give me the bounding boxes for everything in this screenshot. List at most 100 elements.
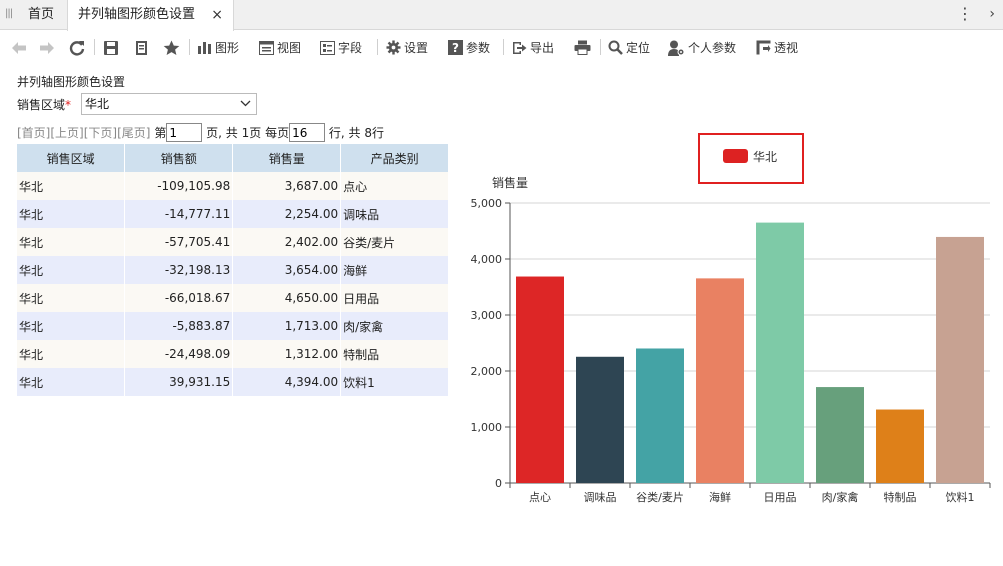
bar[interactable] <box>636 348 684 483</box>
table-cell: -109,105.98 <box>124 172 234 200</box>
table-row: 华北 -66,018.67 4,650.00 日用品 <box>17 284 449 312</box>
y-tick-label: 2,000 <box>471 365 503 378</box>
bar[interactable] <box>936 236 984 483</box>
table-cell: 4,394.00 <box>232 368 342 396</box>
table-row: 华北 -14,777.11 2,254.00 调味品 <box>17 200 449 228</box>
export-button-label: 导出 <box>530 40 555 55</box>
chevron-right-icon[interactable]: › <box>989 4 995 24</box>
page-number-input[interactable] <box>166 123 203 142</box>
y-tick-label: 5,000 <box>471 197 503 210</box>
table-cell: 3,687.00 <box>232 172 342 200</box>
forward-button[interactable] <box>39 37 55 57</box>
field-button-label: 字段 <box>338 40 363 55</box>
table-cell: -57,705.41 <box>124 228 234 256</box>
y-axis-label: 销售量 <box>492 175 528 190</box>
pager-rows-suffix: 行, 共 8行 <box>328 126 384 140</box>
table-cell: -14,777.11 <box>124 200 234 228</box>
column-header-sales-amount[interactable]: 销售额 <box>124 144 234 172</box>
star-icon <box>163 40 180 55</box>
save-button[interactable] <box>103 37 119 57</box>
bar[interactable] <box>516 276 564 483</box>
export-icon <box>513 41 527 54</box>
x-tick-label: 日用品 <box>764 491 797 504</box>
region-label: 销售区域* <box>17 96 71 113</box>
toolbar-divider <box>189 39 190 55</box>
toolbar-divider <box>94 39 95 55</box>
x-tick-label: 饮料1 <box>946 490 975 504</box>
table-row: 华北 -24,498.09 1,312.00 特制品 <box>17 340 449 368</box>
tab-active-label: 并列轴图形颜色设置 <box>78 7 196 22</box>
toolbar-divider <box>600 39 601 55</box>
save-icon <box>104 40 118 55</box>
user-settings-icon <box>668 40 685 56</box>
field-button[interactable]: 字段 <box>320 37 362 57</box>
locate-button[interactable]: 定位 <box>608 37 650 57</box>
tab-active-report[interactable]: 并列轴图形颜色设置 × <box>67 0 234 31</box>
column-header-region[interactable]: 销售区域 <box>17 144 126 172</box>
refresh-icon <box>69 40 85 55</box>
table-cell: 调味品 <box>340 200 449 228</box>
tab-grip-icon[interactable]: ||| <box>5 8 13 20</box>
table-cell: 华北 <box>17 340 126 368</box>
bar[interactable] <box>576 356 624 483</box>
settings-button-label: 设置 <box>404 40 429 55</box>
table-cell: 华北 <box>17 172 126 200</box>
bar[interactable] <box>756 222 804 483</box>
print-button[interactable] <box>574 37 591 57</box>
personal-params-button[interactable]: 个人参数 <box>668 37 736 57</box>
table-cell: 2,402.00 <box>232 228 342 256</box>
back-button[interactable] <box>11 37 27 57</box>
table-cell: 饮料1 <box>340 368 449 396</box>
pager-next-link[interactable]: [下页] <box>84 126 117 140</box>
tab-home[interactable]: 首页 <box>18 0 66 30</box>
export-button[interactable]: 导出 <box>512 37 554 57</box>
table-cell: 华北 <box>17 312 126 340</box>
table-row: 华北 39,931.15 4,394.00 饮料1 <box>17 368 449 396</box>
bar[interactable] <box>816 387 864 483</box>
close-icon[interactable]: × <box>211 0 223 30</box>
view-icon <box>259 40 274 55</box>
settings-button[interactable]: 设置 <box>386 37 428 57</box>
pager-last-link[interactable]: [尾页] <box>117 126 150 140</box>
required-mark: * <box>65 98 72 112</box>
favorite-button[interactable] <box>163 37 180 57</box>
table-cell: 1,713.00 <box>232 312 342 340</box>
table-cell: 2,254.00 <box>232 200 342 228</box>
arrow-left-icon <box>12 41 26 54</box>
svg-text:?: ? <box>452 41 459 55</box>
bar[interactable] <box>696 278 744 483</box>
pager-prev-link[interactable]: [上页] <box>50 126 83 140</box>
table-header-row: 销售区域 销售额 销售量 产品类别 <box>17 144 449 172</box>
table-cell: 华北 <box>17 200 126 228</box>
gear-icon <box>386 40 401 55</box>
chevron-down-icon[interactable] <box>240 100 251 107</box>
region-select-value: 华北 <box>85 97 110 111</box>
table-cell: -32,198.13 <box>124 256 234 284</box>
save-as-icon <box>136 40 147 55</box>
table-cell: 华北 <box>17 368 126 396</box>
y-tick-label: 4,000 <box>471 253 503 266</box>
chart-button-label: 图形 <box>215 40 240 55</box>
pager-page-suffix: 页, 共 1页 每页 <box>206 126 290 140</box>
y-tick-label: 3,000 <box>471 309 503 322</box>
pager-first-link[interactable]: [首页] <box>17 126 50 140</box>
pivot-button[interactable]: 透视 <box>756 37 798 57</box>
table-cell: 特制品 <box>340 340 449 368</box>
save-as-button[interactable] <box>134 37 150 57</box>
table-row: 华北 -57,705.41 2,402.00 谷类/麦片 <box>17 228 449 256</box>
y-tick-label: 1,000 <box>471 421 503 434</box>
more-vertical-icon[interactable]: ⋮ <box>957 4 973 24</box>
arrow-right-icon <box>40 41 54 54</box>
region-select[interactable]: 华北 <box>81 93 257 115</box>
column-header-product-category[interactable]: 产品类别 <box>340 144 449 172</box>
per-page-input[interactable] <box>289 123 326 142</box>
data-table: 销售区域 销售额 销售量 产品类别 华北 -109,105.98 3,687.0… <box>17 144 449 396</box>
x-tick-label: 海鲜 <box>709 490 731 504</box>
locate-button-label: 定位 <box>626 40 651 55</box>
column-header-sales-volume[interactable]: 销售量 <box>232 144 342 172</box>
refresh-button[interactable] <box>69 37 85 57</box>
view-button[interactable]: 视图 <box>259 37 301 57</box>
chart-button[interactable]: 图形 <box>197 37 239 57</box>
params-button[interactable]: ? 参数 <box>448 37 490 57</box>
bar[interactable] <box>876 409 924 483</box>
